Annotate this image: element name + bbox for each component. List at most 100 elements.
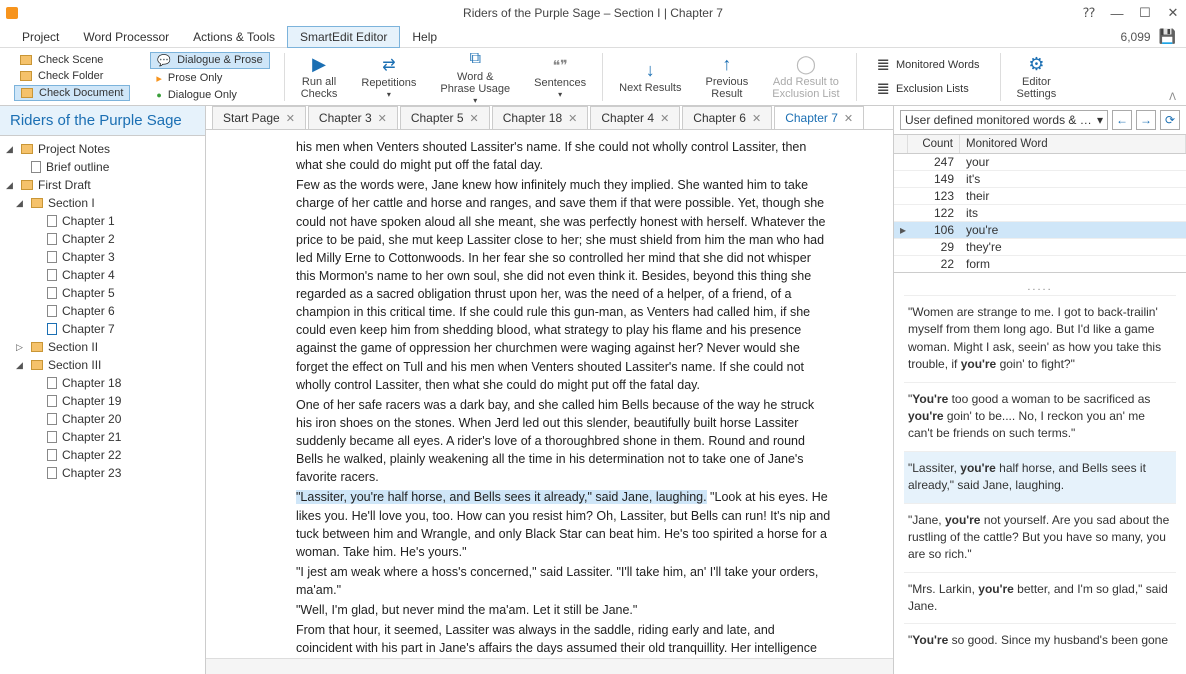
save-icon[interactable]: 💾 (1159, 28, 1176, 45)
grid-header-word[interactable]: Monitored Word (960, 135, 1186, 153)
run-all-checks-button[interactable]: Run all Checks (293, 51, 346, 102)
exclusion-lists-button[interactable]: Exclusion Lists (871, 78, 986, 100)
close-button[interactable]: ✕ (1164, 4, 1182, 22)
highlighted-match[interactable]: "Lassiter, you're half horse, and Bells … (296, 490, 707, 504)
tree-first-draft[interactable]: ◢First Draft (0, 176, 205, 194)
play-icon (312, 53, 326, 75)
tree-chapter-1[interactable]: Chapter 1 (0, 212, 205, 230)
document-content[interactable]: his men when Venters shouted Lassiter's … (206, 130, 893, 658)
close-icon[interactable]: ✕ (752, 112, 761, 125)
tree-chapter-18[interactable]: Chapter 18 (0, 374, 205, 392)
excerpts-list: ..... "Women are strange to me. I got to… (894, 273, 1186, 674)
grid-row[interactable]: 22form (894, 256, 1186, 272)
project-sidebar: Riders of the Purple Sage ◢Project Notes… (0, 106, 206, 674)
tree-section-1[interactable]: ◢Section I (0, 194, 205, 212)
results-refresh-button[interactable]: ⟳ (1160, 110, 1180, 130)
document-tabs: Start Page✕ Chapter 3✕ Chapter 5✕ Chapte… (206, 106, 893, 130)
grid-row[interactable]: 29they're (894, 239, 1186, 256)
dialogue-icon (157, 54, 171, 67)
tree-chapter-23[interactable]: Chapter 23 (0, 464, 205, 482)
grid-header-count[interactable]: Count (908, 135, 960, 153)
grid-row[interactable]: 247your (894, 154, 1186, 171)
excerpt-item[interactable]: "You're too good a woman to be sacrifice… (904, 382, 1176, 451)
repetitions-button[interactable]: Repetitions▾ (353, 52, 424, 101)
results-prev-button[interactable]: ← (1112, 110, 1132, 130)
tree-chapter-21[interactable]: Chapter 21 (0, 428, 205, 446)
doc-paragraph[interactable]: From that hour, it seemed, Lassiter was … (296, 621, 833, 658)
close-icon[interactable]: ✕ (568, 112, 577, 125)
grid-row[interactable]: ▸106you're (894, 222, 1186, 239)
tree-section-3[interactable]: ◢Section III (0, 356, 205, 374)
ribbon: Check Scene Check Folder Check Document … (0, 48, 1186, 106)
titlebar: Riders of the Purple Sage – Section I | … (0, 0, 1186, 26)
close-icon[interactable]: ✕ (286, 112, 295, 125)
tab-chapter-3[interactable]: Chapter 3✕ (308, 106, 398, 129)
dialogue-prose-button[interactable]: Dialogue & Prose (150, 52, 269, 69)
excerpt-item[interactable]: "Jane, you're not yourself. Are you sad … (904, 503, 1176, 572)
dialogue-only-icon (156, 89, 161, 101)
add-exclusion-button[interactable]: Add Result to Exclusion List (764, 51, 847, 102)
tree-chapter-7[interactable]: Chapter 7 (0, 320, 205, 338)
close-icon[interactable]: ✕ (378, 112, 387, 125)
tab-chapter-4[interactable]: Chapter 4✕ (590, 106, 680, 129)
tree-project-notes[interactable]: ◢Project Notes (0, 140, 205, 158)
close-icon[interactable]: ✕ (470, 112, 479, 125)
doc-paragraph[interactable]: "Lassiter, you're half horse, and Bells … (296, 488, 833, 561)
tree-chapter-2[interactable]: Chapter 2 (0, 230, 205, 248)
tab-chapter-5[interactable]: Chapter 5✕ (400, 106, 490, 129)
tree-chapter-6[interactable]: Chapter 6 (0, 302, 205, 320)
tab-chapter-6[interactable]: Chapter 6✕ (682, 106, 772, 129)
check-folder-button[interactable]: Check Folder (14, 69, 130, 83)
doc-paragraph[interactable]: "Well, I'm glad, but never mind the ma'a… (296, 601, 833, 619)
ribbon-collapse-icon[interactable]: ᐱ (1169, 92, 1176, 103)
help-button[interactable]: ⁇ (1080, 4, 1098, 22)
grid-row[interactable]: 123their (894, 188, 1186, 205)
prose-only-button[interactable]: Prose Only (150, 71, 269, 86)
tree-chapter-19[interactable]: Chapter 19 (0, 392, 205, 410)
grid-row[interactable]: 149it's (894, 171, 1186, 188)
tree-chapter-20[interactable]: Chapter 20 (0, 410, 205, 428)
doc-paragraph[interactable]: One of her safe racers was a dark bay, a… (296, 396, 833, 487)
arrow-down-icon (646, 59, 655, 81)
tree-section-2[interactable]: ▷Section II (0, 338, 205, 356)
tree-brief-outline[interactable]: Brief outline (0, 158, 205, 176)
tree-chapter-22[interactable]: Chapter 22 (0, 446, 205, 464)
check-scene-button[interactable]: Check Scene (14, 53, 130, 67)
next-results-button[interactable]: Next Results (611, 57, 689, 96)
monitored-words-button[interactable]: Monitored Words (871, 54, 986, 76)
tree-chapter-5[interactable]: Chapter 5 (0, 284, 205, 302)
tab-chapter-7[interactable]: Chapter 7✕ (774, 106, 864, 129)
maximize-button[interactable]: ☐ (1136, 4, 1154, 22)
tab-chapter-18[interactable]: Chapter 18✕ (492, 106, 589, 129)
excerpt-item[interactable]: "You're so good. Since my husband's been… (904, 623, 1176, 657)
minimize-button[interactable]: — (1108, 4, 1126, 22)
results-type-dropdown[interactable]: User defined monitored words & …▾ (900, 110, 1108, 130)
doc-paragraph[interactable]: "I jest am weak where a hoss's concerned… (296, 563, 833, 599)
tree-chapter-4[interactable]: Chapter 4 (0, 266, 205, 284)
excerpt-item[interactable]: "Mrs. Larkin, you're better, and I'm so … (904, 572, 1176, 624)
grid-row[interactable]: 122its (894, 205, 1186, 222)
previous-result-button[interactable]: Previous Result (697, 51, 756, 102)
doc-paragraph[interactable]: his men when Venters shouted Lassiter's … (296, 138, 833, 174)
editor-settings-button[interactable]: Editor Settings (1009, 51, 1065, 102)
tree-chapter-3[interactable]: Chapter 3 (0, 248, 205, 266)
window-title: Riders of the Purple Sage – Section I | … (463, 6, 723, 20)
word-phrase-usage-button[interactable]: Word & Phrase Usage▾ (432, 46, 518, 107)
excerpt-item[interactable]: "Women are strange to me. I got to back-… (904, 295, 1176, 382)
list-icon-2 (877, 79, 890, 99)
menu-actions-tools[interactable]: Actions & Tools (181, 27, 287, 47)
dialogue-only-button[interactable]: Dialogue Only (150, 88, 269, 102)
menu-smartedit-editor[interactable]: SmartEdit Editor (287, 26, 400, 48)
menu-project[interactable]: Project (10, 27, 71, 47)
excerpt-item[interactable]: "Lassiter, you're half horse, and Bells … (904, 451, 1176, 503)
horizontal-scrollbar[interactable] (206, 658, 893, 674)
close-icon[interactable]: ✕ (660, 112, 669, 125)
check-document-button[interactable]: Check Document (14, 85, 130, 101)
doc-paragraph[interactable]: Few as the words were, Jane knew how inf… (296, 176, 833, 394)
results-next-button[interactable]: → (1136, 110, 1156, 130)
close-icon[interactable]: ✕ (844, 112, 853, 125)
menu-word-processor[interactable]: Word Processor (71, 27, 181, 47)
sentences-button[interactable]: Sentences▾ (526, 52, 594, 101)
tab-start-page[interactable]: Start Page✕ (212, 106, 306, 129)
menu-help[interactable]: Help (400, 27, 449, 47)
